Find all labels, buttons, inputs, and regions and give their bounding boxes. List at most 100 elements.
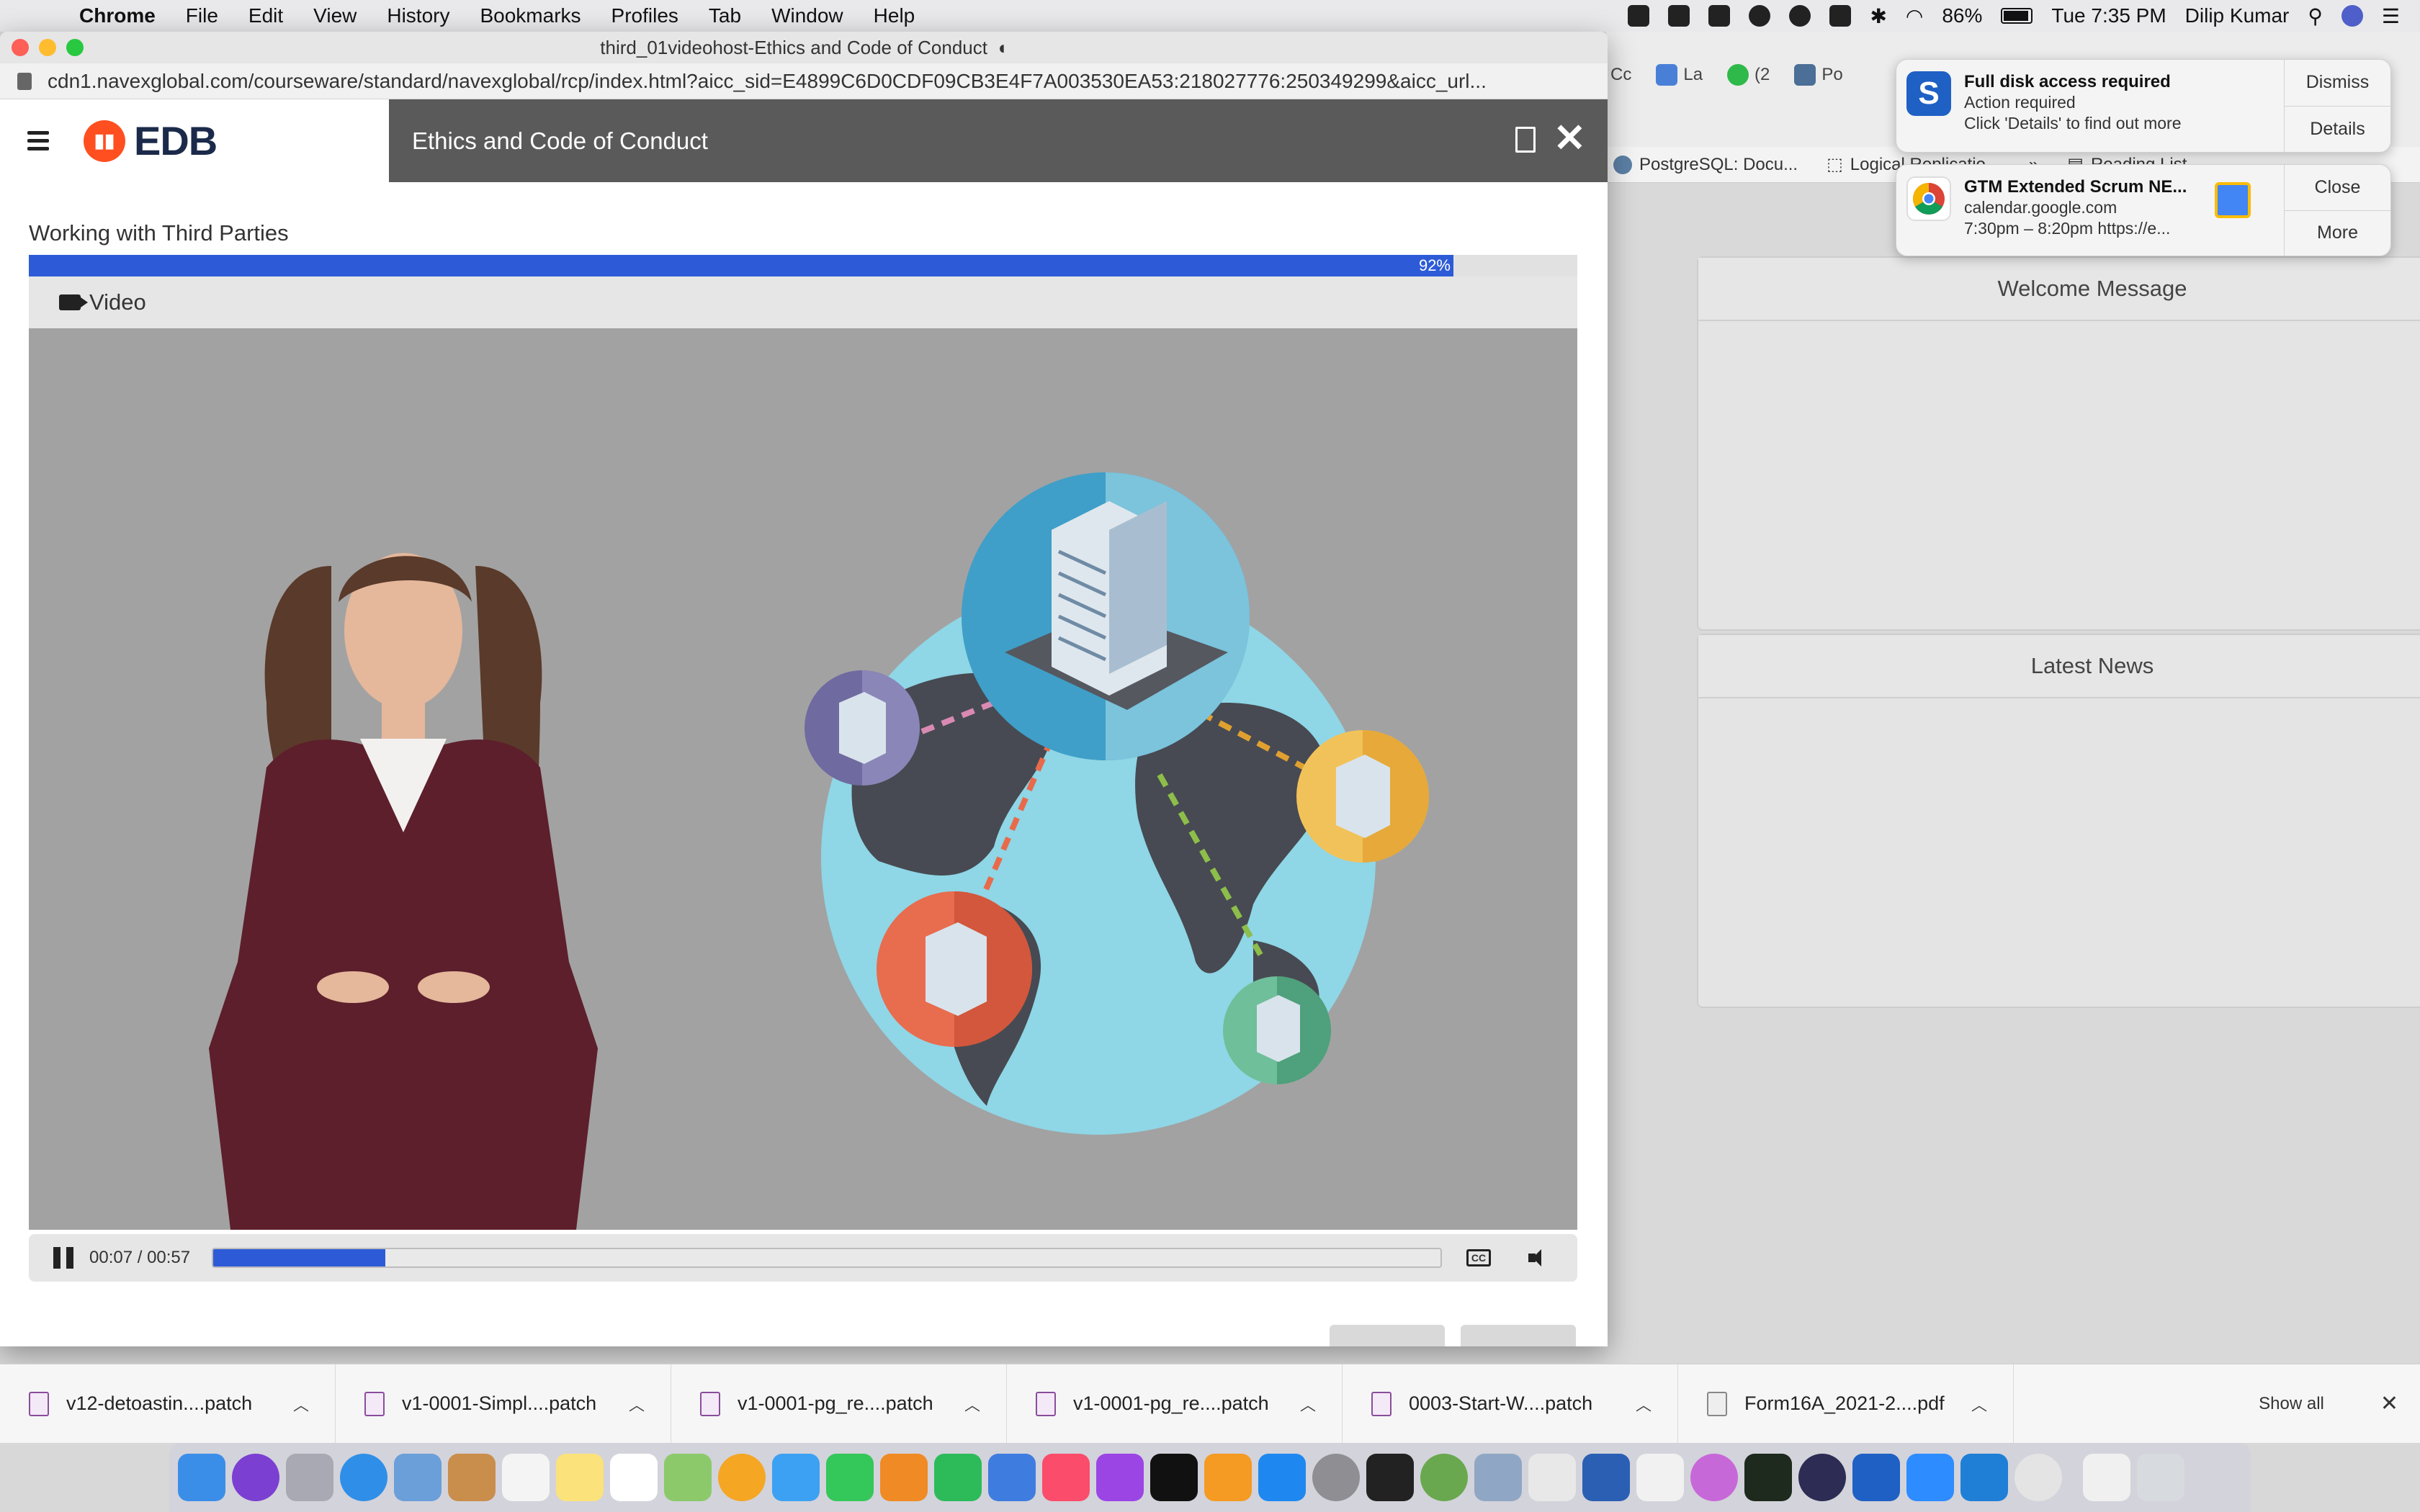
spotlight-search-icon[interactable]: ⚲: [2308, 4, 2323, 28]
background-tab[interactable]: (2: [1727, 64, 1770, 86]
seek-bar[interactable]: [212, 1248, 1442, 1268]
siri-icon[interactable]: [2341, 5, 2363, 27]
facetime-icon[interactable]: [826, 1454, 874, 1501]
close-downloads-icon[interactable]: ✕: [2380, 1391, 2398, 1416]
network-app-icon[interactable]: [1420, 1454, 1468, 1501]
close-button[interactable]: Close: [2285, 165, 2390, 210]
dismiss-button[interactable]: Dismiss: [2285, 60, 2390, 106]
terminal-icon[interactable]: [1366, 1454, 1414, 1501]
menu-window[interactable]: Window: [771, 4, 843, 27]
notification-calendar[interactable]: GTM Extended Scrum NE... calendar.google…: [1896, 164, 2391, 256]
zoom-status-icon[interactable]: [1628, 5, 1650, 27]
control-center-icon[interactable]: ☰: [2382, 4, 2400, 28]
chevron-up-icon[interactable]: ︿: [1636, 1392, 1652, 1416]
keynote-icon[interactable]: [988, 1454, 1036, 1501]
contacts-icon[interactable]: [448, 1454, 496, 1501]
virtualbox-icon[interactable]: [1582, 1454, 1630, 1501]
battery-percent[interactable]: 86%: [1942, 4, 1982, 27]
textedit-icon[interactable]: [1636, 1454, 1684, 1501]
menu-help[interactable]: Help: [874, 4, 915, 27]
menu-app-name[interactable]: Chrome: [79, 4, 156, 27]
flower-app-icon[interactable]: [1690, 1454, 1738, 1501]
menubar-user[interactable]: Dilip Kumar: [2185, 4, 2290, 27]
numbers-icon[interactable]: [934, 1454, 982, 1501]
photos-icon[interactable]: [718, 1454, 766, 1501]
vpn-status-icon[interactable]: [1708, 5, 1731, 27]
close-window-button[interactable]: [12, 39, 29, 56]
messages-icon[interactable]: [772, 1454, 820, 1501]
back-button[interactable]: [1330, 1325, 1445, 1346]
battery-icon[interactable]: [2001, 8, 2033, 24]
chevron-up-icon[interactable]: ︿: [964, 1392, 980, 1416]
details-button[interactable]: Details: [2285, 105, 2390, 153]
menu-bookmarks[interactable]: Bookmarks: [480, 4, 581, 27]
menu-history[interactable]: History: [387, 4, 449, 27]
show-all-button[interactable]: Show all: [2243, 1387, 2340, 1421]
menu-view[interactable]: View: [313, 4, 357, 27]
calendar-icon[interactable]: [502, 1454, 550, 1501]
trash-icon[interactable]: [2137, 1454, 2184, 1501]
background-tab[interactable]: Po: [1794, 64, 1843, 86]
activity-monitor-icon[interactable]: [1744, 1454, 1792, 1501]
closed-captions-icon[interactable]: CC: [1466, 1249, 1491, 1266]
download-item[interactable]: v1-0001-pg_re....patch ︿: [671, 1364, 1007, 1443]
reminders-icon[interactable]: [610, 1454, 658, 1501]
address-bar[interactable]: cdn1.navexglobal.com/courseware/standard…: [0, 63, 1608, 99]
chevron-up-icon[interactable]: ︿: [293, 1392, 309, 1416]
books-icon[interactable]: [1204, 1454, 1252, 1501]
chevron-up-icon[interactable]: ︿: [629, 1392, 645, 1416]
menu-profiles[interactable]: Profiles: [611, 4, 678, 27]
chevron-up-icon[interactable]: ︿: [1300, 1392, 1316, 1416]
bluetooth-icon[interactable]: ✱: [1870, 4, 1886, 28]
volume-icon[interactable]: [1528, 1248, 1550, 1268]
notes-icon[interactable]: [556, 1454, 604, 1501]
podcasts-icon[interactable]: [1096, 1454, 1144, 1501]
menu-tab[interactable]: Tab: [709, 4, 741, 27]
launchpad-icon[interactable]: [286, 1454, 333, 1501]
airplay-icon[interactable]: [1829, 5, 1852, 27]
chevron-up-icon[interactable]: ︿: [1971, 1392, 1987, 1416]
video-tab[interactable]: Video: [29, 276, 1577, 328]
zoom-window-button[interactable]: [66, 39, 84, 56]
app-store-icon[interactable]: [1258, 1454, 1306, 1501]
wifi-icon[interactable]: ◠: [1906, 4, 1923, 28]
check-status-icon[interactable]: [1789, 5, 1811, 27]
preview-icon[interactable]: [394, 1454, 442, 1501]
download-item[interactable]: Form16A_2021-2....pdf ︿: [1678, 1364, 2014, 1443]
bookmark-postgresql-docs[interactable]: PostgreSQL: Docu...: [1613, 155, 1798, 175]
pages-icon[interactable]: [880, 1454, 928, 1501]
vscode-icon[interactable]: [1960, 1454, 2008, 1501]
screenshot-app-icon[interactable]: [1474, 1454, 1522, 1501]
background-tab[interactable]: La: [1656, 64, 1703, 86]
notification-disk-access[interactable]: S Full disk access required Action requi…: [1896, 59, 2391, 153]
system-preferences-icon[interactable]: [1312, 1454, 1360, 1501]
download-item[interactable]: v12-detoastin....patch ︿: [0, 1364, 336, 1443]
menu-file[interactable]: File: [186, 4, 218, 27]
music-icon[interactable]: [1042, 1454, 1090, 1501]
menu-edit[interactable]: Edit: [248, 4, 283, 27]
zoom-dock-icon[interactable]: [1906, 1454, 1954, 1501]
finder-icon[interactable]: [178, 1454, 225, 1501]
background-tab[interactable]: Cc: [1610, 65, 1631, 85]
menubar-clock[interactable]: Tue 7:35 PM: [2051, 4, 2166, 27]
next-button[interactable]: [1461, 1325, 1576, 1346]
hamburger-menu-icon[interactable]: [27, 131, 49, 150]
activity-status-icon[interactable]: [1749, 5, 1771, 27]
siri-dock-icon[interactable]: [232, 1454, 279, 1501]
document-stack-icon[interactable]: [2083, 1454, 2130, 1501]
more-button[interactable]: More: [2285, 210, 2390, 256]
slack-icon[interactable]: [1528, 1454, 1576, 1501]
symantec-dock-icon[interactable]: [1852, 1454, 1900, 1501]
minimize-window-button[interactable]: [39, 39, 56, 56]
url-text[interactable]: cdn1.navexglobal.com/courseware/standard…: [48, 70, 1487, 93]
symantec-status-icon[interactable]: [1668, 5, 1690, 27]
safari-icon[interactable]: [340, 1454, 387, 1501]
eclipse-icon[interactable]: [1798, 1454, 1846, 1501]
maps-icon[interactable]: [664, 1454, 712, 1501]
close-course-icon[interactable]: ✕: [1554, 117, 1586, 160]
video-frame[interactable]: [29, 328, 1577, 1230]
download-item[interactable]: v1-0001-pg_re....patch ︿: [1007, 1364, 1343, 1443]
download-item[interactable]: v1-0001-Simpl....patch ︿: [336, 1364, 671, 1443]
download-item[interactable]: 0003-Start-W....patch ︿: [1343, 1364, 1678, 1443]
apple-tv-icon[interactable]: [1150, 1454, 1198, 1501]
